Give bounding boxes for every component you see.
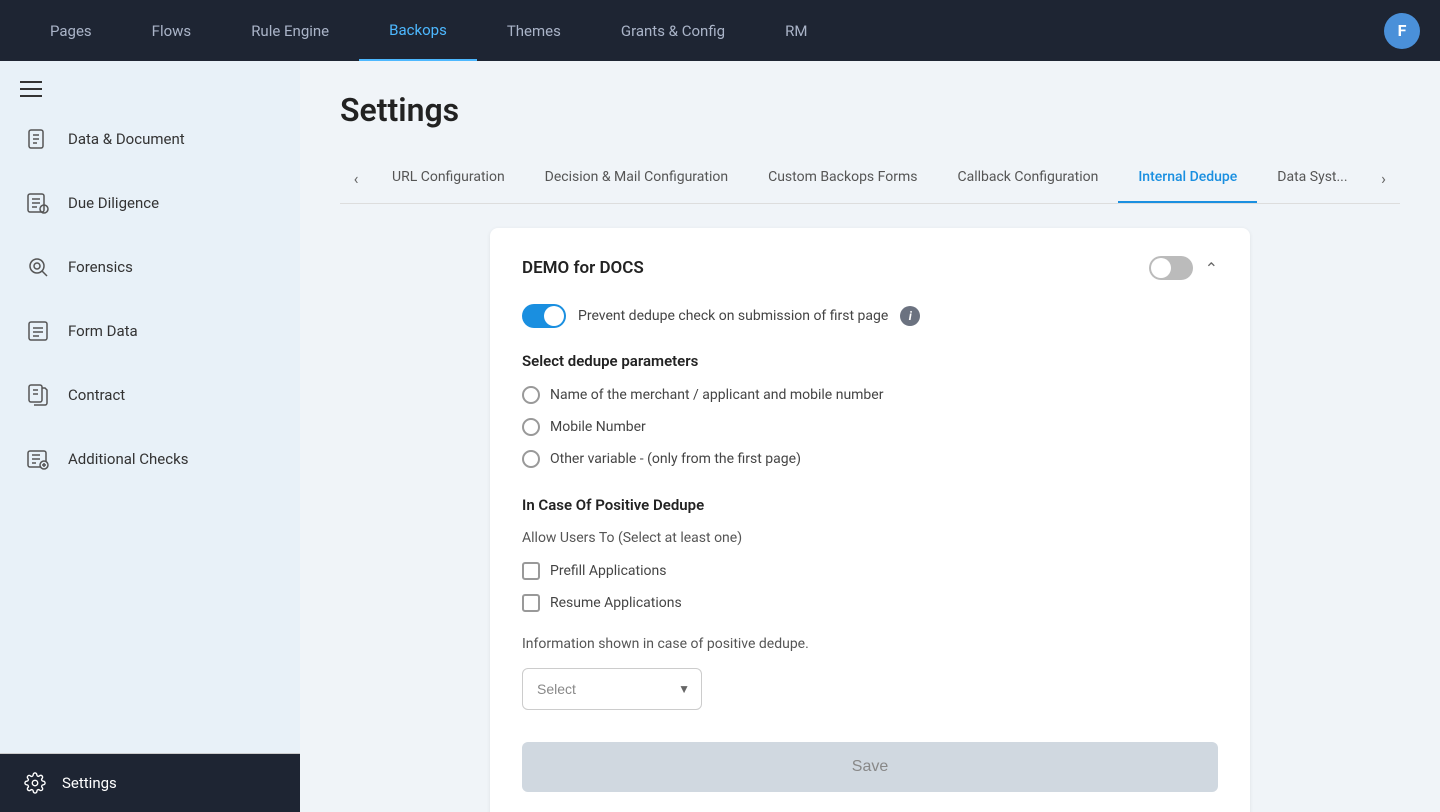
sidebar-label-due-diligence: Due Diligence xyxy=(68,194,159,212)
sidebar-item-additional-checks[interactable]: Additional Checks xyxy=(0,427,300,491)
tab-url-config[interactable]: URL Configuration xyxy=(372,153,525,203)
radio-group: Name of the merchant / applicant and mob… xyxy=(522,386,1218,468)
page-title: Settings xyxy=(340,91,1400,129)
section1-title: Select dedupe parameters xyxy=(522,352,1218,370)
tab-callback[interactable]: Callback Configuration xyxy=(937,153,1118,203)
sidebar-item-contract[interactable]: Contract xyxy=(0,363,300,427)
data-document-icon xyxy=(24,125,52,153)
checkbox-item-resume[interactable]: Resume Applications xyxy=(522,594,1218,612)
card-header: DEMO for DOCS ⌃ xyxy=(522,256,1218,280)
tab-next-arrow[interactable]: › xyxy=(1368,162,1400,194)
sidebar-item-settings[interactable]: Settings xyxy=(0,754,300,812)
select-wrapper: Select ▼ xyxy=(522,668,702,710)
radio-item-mobile[interactable]: Mobile Number xyxy=(522,418,1218,436)
sidebar-item-forensics[interactable]: Forensics xyxy=(0,235,300,299)
sidebar-label-forensics: Forensics xyxy=(68,258,133,276)
prevent-dedupe-label: Prevent dedupe check on submission of fi… xyxy=(578,308,888,324)
sidebar-settings-label: Settings xyxy=(62,774,117,792)
card-title: DEMO for DOCS xyxy=(522,258,644,278)
nav-item-flows[interactable]: Flows xyxy=(122,0,222,61)
sidebar-item-due-diligence[interactable]: Due Diligence xyxy=(0,171,300,235)
sidebar-label-contract: Contract xyxy=(68,386,125,404)
tab-custom-backops[interactable]: Custom Backops Forms xyxy=(748,153,937,203)
info-select[interactable]: Select xyxy=(522,668,702,710)
collapse-icon[interactable]: ⌃ xyxy=(1205,259,1218,278)
card-toggle[interactable] xyxy=(1149,256,1193,280)
contract-icon xyxy=(24,381,52,409)
save-button[interactable]: Save xyxy=(522,742,1218,792)
positive-dedupe-info: Information shown in case of positive de… xyxy=(522,636,1218,652)
prevent-dedupe-toggle[interactable] xyxy=(522,304,566,328)
radio-label-other: Other variable - (only from the first pa… xyxy=(550,451,801,467)
nav-item-pages[interactable]: Pages xyxy=(20,0,122,61)
sidebar: Data & Document Due Diligence xyxy=(0,61,300,812)
nav-item-themes[interactable]: Themes xyxy=(477,0,591,61)
info-icon[interactable]: i xyxy=(900,306,920,326)
radio-label-name-mobile: Name of the merchant / applicant and mob… xyxy=(550,387,883,403)
sidebar-label-data-document: Data & Document xyxy=(68,130,185,148)
radio-item-name-mobile[interactable]: Name of the merchant / applicant and mob… xyxy=(522,386,1218,404)
checkbox-group: Prefill Applications Resume Applications xyxy=(522,562,1218,612)
tab-prev-arrow[interactable]: ‹ xyxy=(340,162,372,194)
tab-decision-mail[interactable]: Decision & Mail Configuration xyxy=(525,153,748,203)
settings-icon xyxy=(24,772,46,794)
nav-item-grants-config[interactable]: Grants & Config xyxy=(591,0,755,61)
checkbox-label-prefill: Prefill Applications xyxy=(550,563,666,579)
sidebar-item-form-data[interactable]: Form Data xyxy=(0,299,300,363)
checkbox-label-resume: Resume Applications xyxy=(550,595,682,611)
nav-items: Pages Flows Rule Engine Backops Themes G… xyxy=(20,0,1384,61)
sidebar-label-form-data: Form Data xyxy=(68,322,138,340)
checkbox-resume[interactable] xyxy=(522,594,540,612)
content-area: Settings ‹ URL Configuration Decision & … xyxy=(300,61,1440,812)
nav-item-rm[interactable]: RM xyxy=(755,0,837,61)
additional-checks-icon xyxy=(24,445,52,473)
tab-data-syst[interactable]: Data Syst... xyxy=(1257,153,1367,203)
form-data-icon xyxy=(24,317,52,345)
section2-title: In Case Of Positive Dedupe xyxy=(522,496,1218,514)
radio-circle-mobile xyxy=(522,418,540,436)
hamburger-icon[interactable] xyxy=(0,61,300,107)
sidebar-label-additional-checks: Additional Checks xyxy=(68,450,188,468)
radio-circle-name-mobile xyxy=(522,386,540,404)
radio-circle-other xyxy=(522,450,540,468)
top-navigation: Pages Flows Rule Engine Backops Themes G… xyxy=(0,0,1440,61)
tabs-container: ‹ URL Configuration Decision & Mail Conf… xyxy=(340,153,1400,204)
main-layout: Data & Document Due Diligence xyxy=(0,61,1440,812)
sidebar-bottom: Settings xyxy=(0,753,300,812)
avatar[interactable]: F xyxy=(1384,13,1420,49)
tab-internal-dedupe[interactable]: Internal Dedupe xyxy=(1118,153,1257,203)
settings-card: DEMO for DOCS ⌃ Prevent dedupe check on … xyxy=(490,228,1250,812)
sidebar-item-data-document[interactable]: Data & Document xyxy=(0,107,300,171)
prevent-dedupe-row: Prevent dedupe check on submission of fi… xyxy=(522,304,1218,328)
nav-item-rule-engine[interactable]: Rule Engine xyxy=(221,0,359,61)
allow-users-label: Allow Users To (Select at least one) xyxy=(522,530,1218,546)
checkbox-prefill[interactable] xyxy=(522,562,540,580)
checkbox-item-prefill[interactable]: Prefill Applications xyxy=(522,562,1218,580)
forensics-icon xyxy=(24,253,52,281)
radio-item-other[interactable]: Other variable - (only from the first pa… xyxy=(522,450,1218,468)
radio-label-mobile: Mobile Number xyxy=(550,419,646,435)
nav-item-backops[interactable]: Backops xyxy=(359,0,477,61)
due-diligence-icon xyxy=(24,189,52,217)
card-header-actions: ⌃ xyxy=(1149,256,1218,280)
